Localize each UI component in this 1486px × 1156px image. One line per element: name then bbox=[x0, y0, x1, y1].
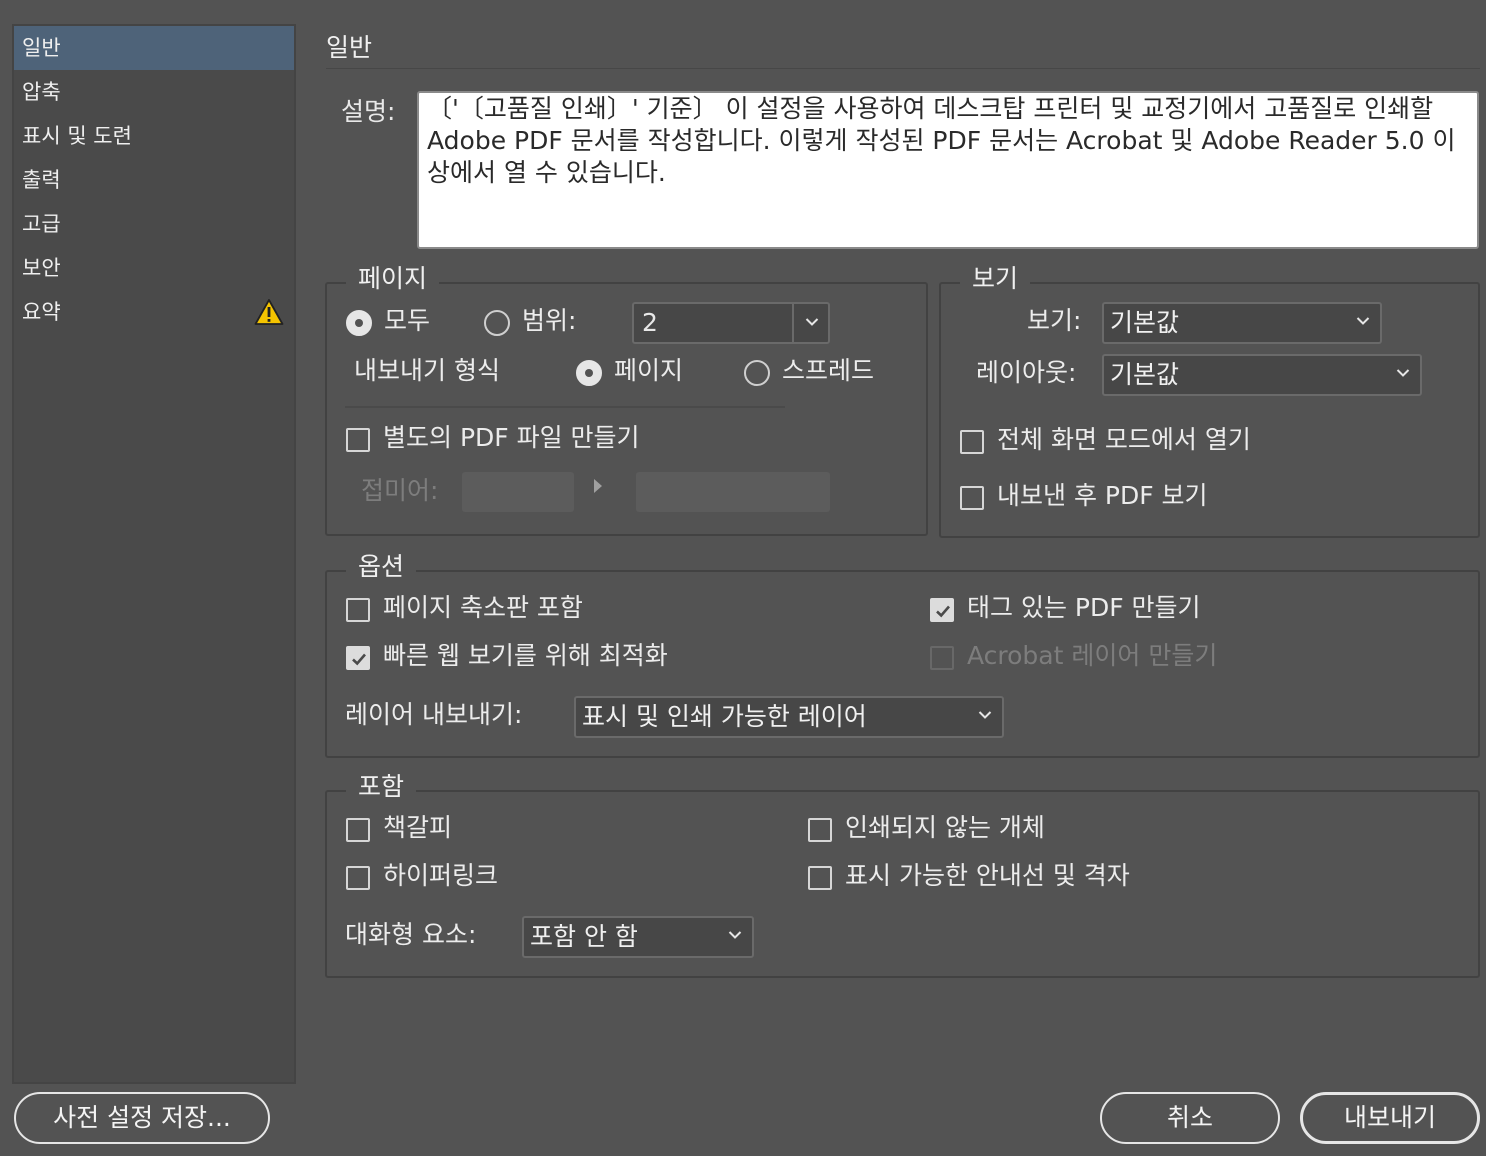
sidebar-item-label: 보안 bbox=[22, 256, 61, 280]
fast-web-checkbox[interactable] bbox=[346, 646, 370, 670]
export-button[interactable]: 내보내기 bbox=[1300, 1092, 1480, 1144]
export-as-label: 내보내기 형식 bbox=[354, 356, 500, 385]
sidebar-item-marks-bleeds[interactable]: 표시 및 도련 bbox=[14, 114, 294, 158]
export-pages-label: 페이지 bbox=[614, 356, 684, 385]
sidebar-item-label: 고급 bbox=[22, 212, 61, 236]
non-printing-objects-checkbox[interactable] bbox=[808, 818, 832, 842]
visible-guides-checkbox[interactable] bbox=[808, 866, 832, 890]
acrobat-layers-checkbox bbox=[930, 646, 954, 670]
pages-all-radio[interactable] bbox=[346, 310, 372, 336]
view-select[interactable]: 기본값 bbox=[1102, 302, 1382, 344]
non-printing-objects-label: 인쇄되지 않는 개체 bbox=[845, 813, 1045, 842]
layout-select[interactable]: 기본값 bbox=[1102, 354, 1422, 396]
tagged-pdf-label: 태그 있는 PDF 만들기 bbox=[967, 593, 1201, 622]
chevron-down-icon bbox=[1356, 317, 1370, 325]
chevron-down-icon bbox=[728, 931, 742, 939]
viewing-group-title: 보기 bbox=[960, 264, 1031, 294]
bookmarks-label: 책갈피 bbox=[383, 813, 453, 842]
layout-label: 레이아웃: bbox=[976, 358, 1077, 387]
sidebar-item-general[interactable]: 일반 bbox=[14, 26, 294, 70]
sidebar-item-output[interactable]: 출력 bbox=[14, 158, 294, 202]
export-layers-label: 레이어 내보내기: bbox=[345, 700, 523, 729]
hyperlinks-label: 하이퍼링크 bbox=[383, 861, 499, 890]
save-preset-button[interactable]: 사전 설정 저장... bbox=[14, 1092, 270, 1144]
pages-divider bbox=[345, 406, 785, 408]
options-group-title: 옵션 bbox=[346, 552, 417, 582]
view-after-export-checkbox[interactable] bbox=[960, 486, 984, 510]
sidebar-item-label: 압축 bbox=[22, 80, 61, 104]
interactive-elements-label: 대화형 요소: bbox=[345, 920, 477, 949]
range-value: 2 bbox=[642, 308, 658, 337]
page-title: 일반 bbox=[326, 33, 373, 62]
sidebar-item-label: 표시 및 도련 bbox=[22, 124, 132, 148]
bookmarks-checkbox[interactable] bbox=[346, 818, 370, 842]
hyperlinks-checkbox[interactable] bbox=[346, 866, 370, 890]
pages-all-label: 모두 bbox=[384, 306, 431, 335]
fast-web-label: 빠른 웹 보기를 위해 최적화 bbox=[383, 641, 668, 670]
thumbnails-label: 페이지 축소판 포함 bbox=[383, 593, 583, 622]
interactive-elements-select[interactable]: 포함 안 함 bbox=[522, 916, 754, 958]
interactive-elements-value: 포함 안 함 bbox=[530, 922, 638, 951]
range-dropdown-button[interactable] bbox=[792, 304, 828, 342]
description-text[interactable]: 〔'〔고품질 인쇄〕' 기준〕 이 설정을 사용하여 데스크탑 프린터 및 교정… bbox=[417, 91, 1479, 249]
checkmark-icon bbox=[352, 653, 366, 666]
pages-range-radio[interactable] bbox=[484, 310, 510, 336]
sidebar-item-label: 출력 bbox=[22, 168, 61, 192]
export-pages-radio[interactable] bbox=[576, 360, 602, 386]
checkmark-icon bbox=[936, 605, 950, 618]
range-input[interactable]: 2 bbox=[632, 302, 830, 344]
sidebar-item-summary[interactable]: 요약 bbox=[14, 290, 294, 334]
suffix-input bbox=[462, 472, 574, 512]
title-divider bbox=[326, 68, 1480, 69]
visible-guides-label: 표시 가능한 안내선 및 격자 bbox=[845, 861, 1130, 890]
separate-pdf-label: 별도의 PDF 파일 만들기 bbox=[383, 423, 640, 452]
export-spreads-label: 스프레드 bbox=[782, 356, 875, 385]
tagged-pdf-checkbox[interactable] bbox=[930, 598, 954, 622]
sidebar-item-label: 일반 bbox=[22, 36, 61, 60]
cancel-button[interactable]: 취소 bbox=[1100, 1092, 1280, 1144]
export-layers-value: 표시 및 인쇄 가능한 레이어 bbox=[582, 702, 867, 731]
arrow-right-icon bbox=[594, 479, 602, 493]
suffix-label: 접미어: bbox=[361, 476, 439, 505]
suffix-preview-field bbox=[636, 472, 830, 512]
sidebar-item-compression[interactable]: 압축 bbox=[14, 70, 294, 114]
sidebar-item-security[interactable]: 보안 bbox=[14, 246, 294, 290]
view-value: 기본값 bbox=[1110, 308, 1180, 337]
description-label: 설명: bbox=[341, 97, 396, 126]
chevron-down-icon bbox=[805, 318, 819, 326]
export-spreads-radio[interactable] bbox=[744, 360, 770, 386]
layout-value: 기본값 bbox=[1110, 360, 1180, 389]
sidebar: 일반 압축 표시 및 도련 출력 고급 보안 요약 bbox=[12, 24, 296, 1084]
view-after-export-label: 내보낸 후 PDF 보기 bbox=[997, 481, 1208, 510]
separate-pdf-checkbox[interactable] bbox=[346, 428, 370, 452]
view-label: 보기: bbox=[1027, 306, 1082, 335]
pages-range-label: 범위: bbox=[522, 306, 577, 335]
sidebar-item-label: 요약 bbox=[22, 300, 61, 324]
chevron-down-icon bbox=[978, 711, 992, 719]
warning-triangle-icon bbox=[254, 299, 284, 325]
fullscreen-checkbox[interactable] bbox=[960, 430, 984, 454]
thumbnails-checkbox[interactable] bbox=[346, 598, 370, 622]
chevron-down-icon bbox=[1396, 369, 1410, 377]
sidebar-item-advanced[interactable]: 고급 bbox=[14, 202, 294, 246]
acrobat-layers-label: Acrobat 레이어 만들기 bbox=[967, 641, 1218, 670]
export-layers-select[interactable]: 표시 및 인쇄 가능한 레이어 bbox=[574, 696, 1004, 738]
fullscreen-label: 전체 화면 모드에서 열기 bbox=[997, 425, 1251, 454]
pages-group-title: 페이지 bbox=[346, 264, 440, 294]
include-group-title: 포함 bbox=[346, 772, 417, 802]
